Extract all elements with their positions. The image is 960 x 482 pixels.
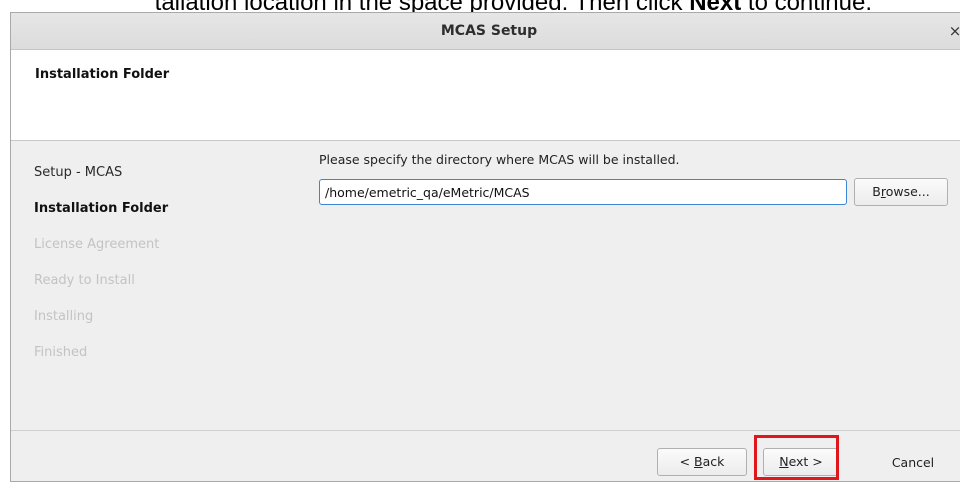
back-label-suffix: ack: [702, 454, 725, 469]
step-finished: Finished: [34, 345, 88, 360]
back-label-prefix: <: [679, 454, 695, 469]
cancel-button[interactable]: Cancel: [873, 448, 953, 476]
next-label-mnemonic: N: [779, 454, 789, 469]
step-license-agreement: License Agreement: [34, 237, 160, 252]
back-label-mnemonic: B: [694, 454, 703, 469]
wizard-steps: Setup - MCAS Installation Folder License…: [34, 161, 294, 377]
next-button[interactable]: Next >: [763, 448, 839, 476]
directory-prompt: Please specify the directory where MCAS …: [319, 152, 680, 167]
browse-label-prefix: B: [872, 184, 881, 199]
window-title: MCAS Setup: [440, 23, 538, 39]
step-installing: Installing: [34, 309, 94, 324]
install-path-input[interactable]: [319, 179, 847, 205]
footer-divider: [11, 430, 960, 431]
next-label-suffix: ext >: [788, 454, 823, 469]
step-ready-to-install: Ready to Install: [34, 273, 135, 288]
title-bar[interactable]: MCAS Setup ×: [11, 13, 960, 50]
page-title: Installation Folder: [35, 67, 170, 82]
browse-label-suffix: owse...: [885, 184, 930, 199]
back-button[interactable]: < Back: [657, 448, 747, 476]
setup-dialog: MCAS Setup × Installation Folder Setup -…: [10, 12, 960, 482]
page-header: Installation Folder: [11, 50, 960, 141]
step-setup: Setup - MCAS: [34, 165, 123, 180]
browse-button[interactable]: Browse...: [854, 178, 948, 206]
close-icon[interactable]: ×: [947, 21, 960, 41]
step-installation-folder: Installation Folder: [34, 201, 169, 216]
